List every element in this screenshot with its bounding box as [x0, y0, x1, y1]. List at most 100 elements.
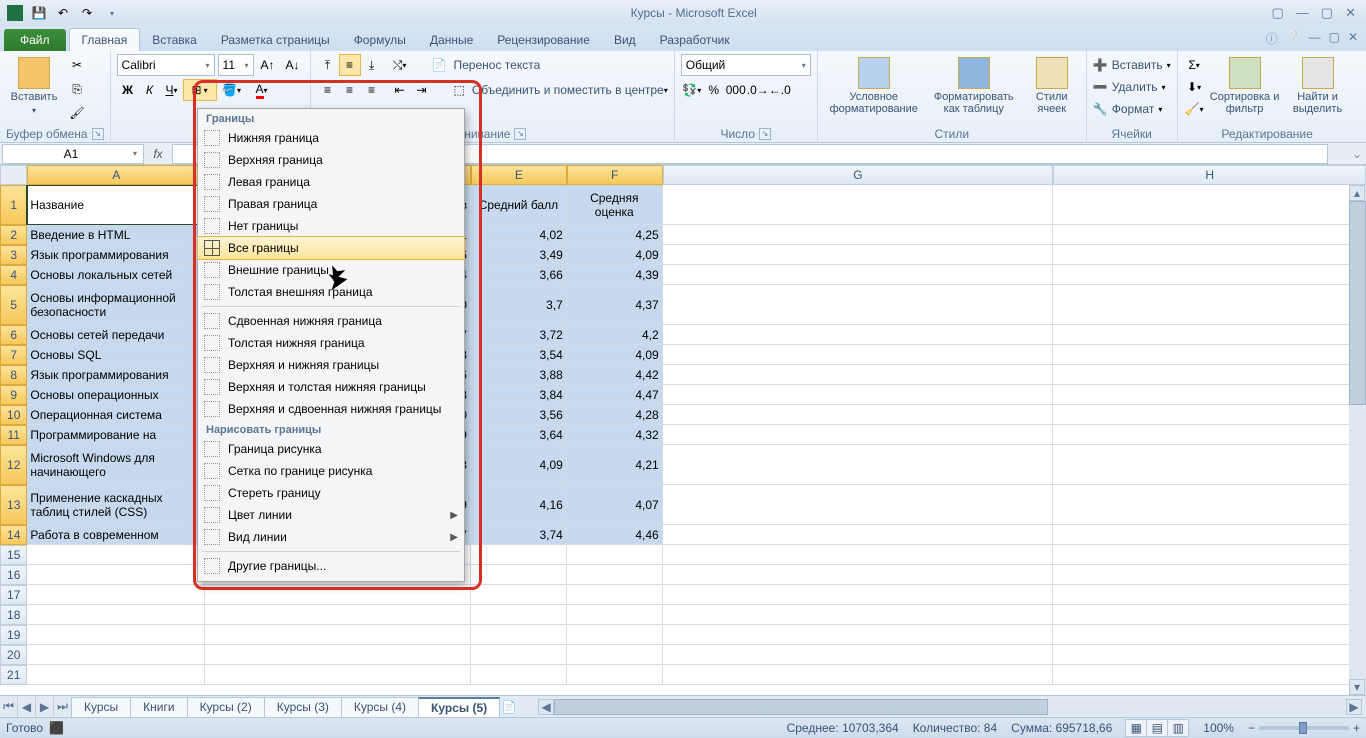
cell[interactable] [1053, 345, 1366, 365]
cell[interactable] [27, 585, 205, 605]
cell[interactable] [567, 545, 663, 565]
col-header-A[interactable]: A [27, 165, 205, 185]
cell[interactable] [1053, 425, 1366, 445]
cell[interactable]: 4,28 [567, 405, 663, 425]
number-dialog-launcher[interactable]: ↘ [759, 128, 771, 140]
sheet-nav-prev-icon[interactable]: ◀ [18, 697, 36, 717]
tab-developer[interactable]: Разработчик [648, 29, 742, 51]
cell[interactable]: Работа в современном [27, 525, 205, 545]
align-center-icon[interactable]: ≡ [339, 79, 361, 101]
paste-button[interactable]: Вставить ▾ [6, 54, 62, 124]
cell[interactable] [663, 245, 1054, 265]
borders-menu-item[interactable]: Правая граница [198, 193, 464, 215]
cell[interactable] [663, 645, 1054, 665]
borders-button[interactable]: ⊞▾ [183, 79, 217, 101]
cell[interactable]: 4,25 [567, 225, 663, 245]
cell[interactable] [663, 225, 1054, 245]
cell[interactable] [205, 605, 471, 625]
cell[interactable] [663, 345, 1054, 365]
increase-indent-icon[interactable]: ⇥ [411, 79, 433, 101]
decrease-decimal-icon[interactable]: ←.0 [769, 79, 791, 101]
sheet-tab[interactable]: Курсы (5) [418, 697, 500, 717]
align-right-icon[interactable]: ≡ [361, 79, 383, 101]
scroll-thumb-v[interactable] [1349, 201, 1366, 405]
scrollbar-horizontal[interactable]: ◀ ▶ [538, 699, 1362, 715]
cell[interactable]: 4,09 [567, 245, 663, 265]
col-header-F[interactable]: F [567, 165, 663, 185]
borders-menu-item[interactable]: Верхняя и нижняя границы [198, 354, 464, 376]
cell[interactable] [1053, 605, 1366, 625]
format-painter-icon[interactable]: 🖌 [66, 102, 88, 124]
cell[interactable] [1053, 265, 1366, 285]
cell[interactable]: Основы SQL [27, 345, 205, 365]
cell[interactable] [567, 665, 663, 685]
cell[interactable]: Язык программирования [27, 365, 205, 385]
cell[interactable] [663, 665, 1054, 685]
cell[interactable]: Основы операционных [27, 385, 205, 405]
cell[interactable]: Программирование на [27, 425, 205, 445]
name-box[interactable]: A1▾ [2, 144, 144, 164]
col-header-G[interactable]: G [663, 165, 1054, 185]
format-cells-icon[interactable]: 🔧 [1093, 102, 1108, 116]
font-name-combo[interactable]: Calibri▾ [117, 54, 215, 76]
clear-icon[interactable]: 🧹▾ [1184, 98, 1205, 120]
cell[interactable]: 3,54 [471, 345, 567, 365]
font-color-icon[interactable]: A▾ [247, 79, 277, 101]
sheet-tab[interactable]: Курсы [71, 697, 131, 717]
borders-menu-item[interactable]: Вид линии▶ [198, 526, 464, 548]
underline-icon[interactable]: Ч▾ [161, 79, 183, 101]
cell[interactable] [663, 545, 1054, 565]
row-header[interactable]: 4 [0, 265, 27, 285]
tab-formulas[interactable]: Формулы [342, 29, 418, 51]
cell[interactable] [471, 665, 567, 685]
clipboard-dialog-launcher[interactable]: ↘ [92, 128, 104, 140]
maximize-icon[interactable]: ▢ [1321, 5, 1333, 21]
cell[interactable] [471, 585, 567, 605]
cell[interactable] [27, 565, 205, 585]
cell[interactable] [27, 665, 205, 685]
cell[interactable] [567, 565, 663, 585]
cell[interactable] [663, 445, 1054, 485]
cell[interactable] [663, 265, 1054, 285]
cell[interactable] [663, 285, 1054, 325]
tab-view[interactable]: Вид [602, 29, 648, 51]
page-layout-view-icon[interactable]: ▤ [1146, 719, 1168, 737]
sheet-tab[interactable]: Курсы (3) [264, 697, 342, 717]
cell[interactable] [1053, 365, 1366, 385]
orientation-icon[interactable]: ⤭▾ [389, 54, 411, 76]
fill-color-icon[interactable]: 🪣▾ [217, 79, 247, 101]
borders-menu-item[interactable]: Верхняя граница [198, 149, 464, 171]
row-header[interactable]: 21 [0, 665, 27, 685]
row-header[interactable]: 9 [0, 385, 27, 405]
cell[interactable] [1053, 485, 1366, 525]
insert-cells-icon[interactable]: ➕ [1093, 58, 1108, 72]
cell[interactable] [205, 585, 471, 605]
sheet-nav-next-icon[interactable]: ▶ [36, 697, 54, 717]
alignment-dialog-launcher[interactable]: ↘ [514, 128, 526, 140]
cell[interactable] [471, 645, 567, 665]
row-header[interactable]: 6 [0, 325, 27, 345]
cell[interactable]: Microsoft Windows для начинающего [27, 445, 205, 485]
cell[interactable] [471, 605, 567, 625]
borders-menu-item[interactable]: Сетка по границе рисунка [198, 460, 464, 482]
cell[interactable]: 4,09 [567, 345, 663, 365]
help-icon[interactable]: ❔ [1286, 30, 1301, 47]
cell[interactable]: Средний балл [471, 185, 567, 225]
cell[interactable] [663, 425, 1054, 445]
bold-icon[interactable]: Ж [117, 79, 139, 101]
scroll-thumb-h[interactable] [554, 699, 1048, 715]
cell[interactable]: Введение в HTML [27, 225, 205, 245]
borders-menu-item[interactable]: Левая граница [198, 171, 464, 193]
cell[interactable]: 4,21 [567, 445, 663, 485]
cell[interactable] [663, 605, 1054, 625]
conditional-formatting-button[interactable]: Условное форматирование [824, 54, 924, 124]
cell[interactable]: 4,09 [471, 445, 567, 485]
delete-cells-icon[interactable]: ➖ [1093, 80, 1108, 94]
cell[interactable]: 4,02 [471, 225, 567, 245]
formula-bar-expand[interactable]: ⌄ [1348, 147, 1366, 161]
row-header[interactable]: 19 [0, 625, 27, 645]
italic-icon[interactable]: К [139, 79, 161, 101]
cell[interactable]: 3,64 [471, 425, 567, 445]
scroll-right-icon[interactable]: ▶ [1346, 699, 1362, 715]
row-header[interactable]: 10 [0, 405, 27, 425]
